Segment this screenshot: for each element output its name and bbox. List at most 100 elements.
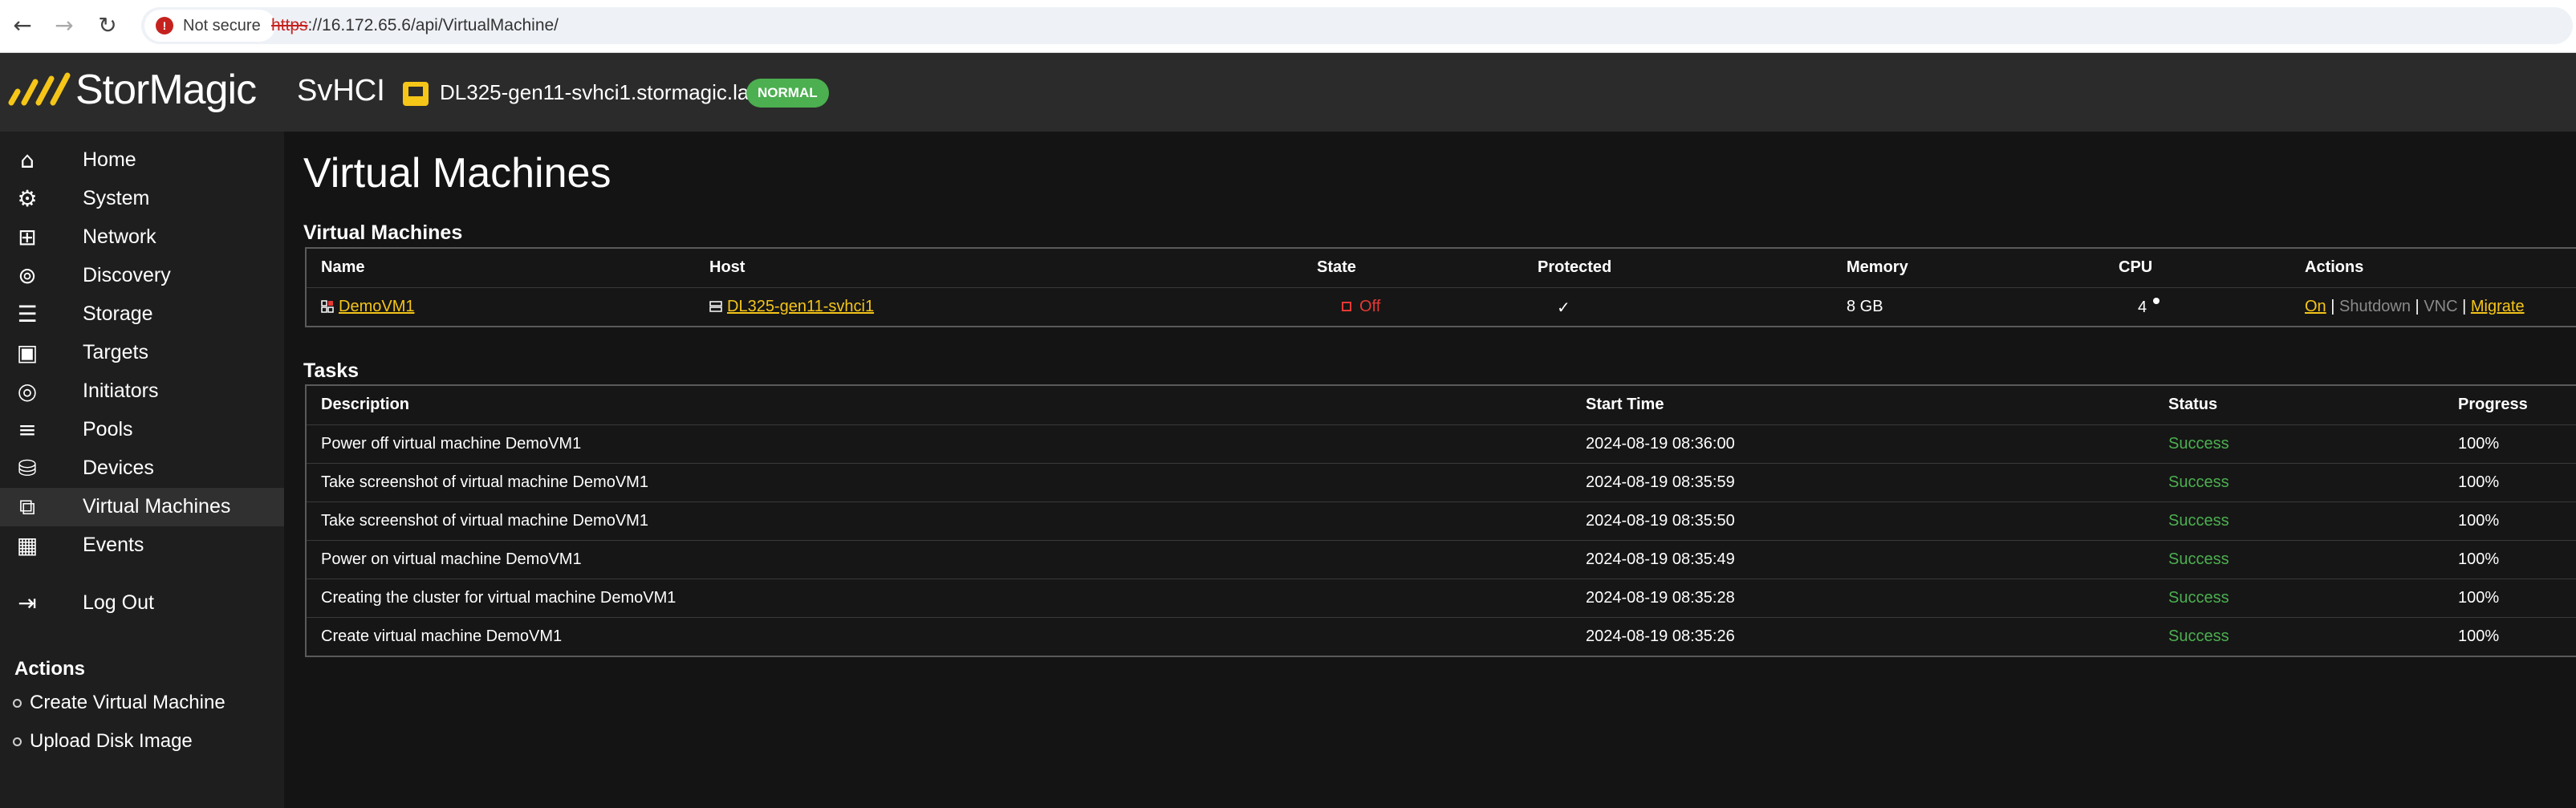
sidebar-item-system[interactable]: ⚙ System [0, 180, 284, 218]
table-row: Power off virtual machine DemoVM1 2024-0… [307, 424, 2576, 463]
bullet-icon [13, 737, 22, 747]
task-description: Create virtual machine DemoVM1 [321, 627, 563, 645]
column-header[interactable]: Memory [1847, 258, 1908, 277]
task-start-time: 2024-08-19 08:35:50 [1586, 512, 1735, 530]
actions-title: Actions [14, 658, 86, 680]
column-header[interactable]: Progress [2458, 396, 2528, 414]
table-header: Description Start Time Status Progress [307, 386, 2576, 424]
sidebar-item-label: Discovery [83, 264, 171, 286]
arrow-left-icon[interactable]: ← [8, 11, 37, 40]
column-header[interactable]: Status [2168, 396, 2217, 414]
security-chip[interactable]: ! Not secure [144, 10, 275, 42]
network-icon: ⊞ [18, 224, 37, 250]
task-description: Creating the cluster for virtual machine… [321, 589, 677, 607]
task-status: Success [2168, 589, 2229, 607]
sidebar-item-storage[interactable]: ☰ Storage [0, 295, 284, 334]
host-name: DL325-gen11-svhci1.stormagic.lab [440, 80, 761, 104]
sidebar-item-devices[interactable]: ⛁ Devices [0, 449, 284, 488]
task-progress: 100% [2458, 473, 2500, 491]
vm-cpu-cell: 4 [2138, 298, 2160, 317]
url-text[interactable]: https://16.172.65.6/api/VirtualMachine/ [271, 10, 559, 42]
events-icon: ▦ [16, 532, 39, 558]
host-icon [403, 82, 429, 106]
sidebar-item-label: Events [83, 534, 144, 556]
arrow-right-icon[interactable]: → [50, 11, 79, 40]
url-path: ://16.172.65.6/api/VirtualMachine/ [307, 16, 559, 35]
vm-host-link[interactable]: DL325-gen11-svhci1 [727, 298, 874, 315]
task-status: Success [2168, 627, 2229, 645]
column-header[interactable]: Description [321, 396, 409, 414]
sidebar-item-label: Log Out [83, 591, 154, 614]
task-progress: 100% [2458, 589, 2500, 607]
task-status: Success [2168, 473, 2229, 491]
task-progress: 100% [2458, 435, 2500, 453]
sidebar-item-network[interactable]: ⊞ Network [0, 218, 284, 257]
stop-icon [1342, 302, 1351, 311]
vm-section-title: Virtual Machines [303, 221, 463, 244]
system-icon: ⚙ [17, 185, 38, 212]
tasks-section-title: Tasks [303, 359, 360, 382]
column-header[interactable]: Start Time [1586, 396, 1664, 414]
shutdown-link: Shutdown [2339, 298, 2411, 315]
pools-icon: ≡ [18, 416, 37, 443]
task-progress: 100% [2458, 512, 2500, 530]
migrate-link[interactable]: Migrate [2471, 298, 2525, 315]
task-status: Success [2168, 550, 2229, 568]
reload-icon[interactable]: ↻ [93, 11, 122, 40]
action-label: Upload Disk Image [30, 730, 193, 752]
app-header: StorMagic SvHCI DL325-gen11-svhci1.storm… [0, 53, 2576, 132]
vm-host-cell: DL325-gen11-svhci1 [709, 298, 874, 316]
targets-icon: ▣ [16, 339, 39, 366]
column-header[interactable]: Protected [1538, 258, 1611, 277]
power-on-link[interactable]: On [2305, 298, 2326, 315]
vm-state: Off [1359, 298, 1381, 315]
vm-state-cell: Off [1342, 298, 1380, 316]
sidebar-item-virtual-machines[interactable]: ⧉ Virtual Machines [0, 488, 284, 526]
task-status: Success [2168, 512, 2229, 530]
create-vm-link[interactable]: Create Virtual Machine [13, 692, 226, 714]
vnc-link: VNC [2424, 298, 2458, 315]
table-row: Creating the cluster for virtual machine… [307, 579, 2576, 617]
vm-name-link[interactable]: DemoVM1 [339, 298, 414, 315]
column-header[interactable]: State [1317, 258, 1356, 277]
sidebar-item-logout[interactable]: ⇥ Log Out [0, 584, 284, 623]
storage-icon: ☰ [17, 301, 38, 327]
product-name: SvHCI [297, 74, 385, 108]
separator: | [2415, 298, 2420, 315]
sidebar-item-events[interactable]: ▦ Events [0, 526, 284, 565]
column-header[interactable]: Actions [2305, 258, 2363, 277]
sidebar-item-initiators[interactable]: ◎ Initiators [0, 372, 284, 411]
separator: | [2462, 298, 2467, 315]
vm-name-cell: DemoVM1 [321, 298, 414, 316]
action-label: Create Virtual Machine [30, 692, 226, 713]
column-header[interactable]: Host [709, 258, 745, 277]
vm-protected: ✓ [1557, 299, 1570, 317]
sidebar-item-label: Storage [83, 302, 153, 325]
sidebar-item-pools[interactable]: ≡ Pools [0, 411, 284, 449]
sidebar-item-label: Initiators [83, 380, 159, 402]
logo-text: StorMagic [75, 67, 257, 113]
task-description: Take screenshot of virtual machine DemoV… [321, 473, 648, 491]
sidebar-item-home[interactable]: ⌂ Home [0, 141, 284, 180]
task-start-time: 2024-08-19 08:35:28 [1586, 589, 1735, 607]
server-icon [709, 301, 722, 312]
vm-icon [321, 300, 334, 313]
sidebar: ⌂ Home ⚙ System ⊞ Network ⊚ Discovery ☰ … [0, 132, 284, 808]
bullet-icon [13, 699, 22, 709]
warning-icon: ! [156, 17, 173, 35]
logout-icon: ⇥ [18, 590, 37, 616]
main-content: Virtual Machines Virtual Machines Name H… [284, 132, 2576, 808]
upload-disk-image-link[interactable]: Upload Disk Image [13, 730, 193, 753]
info-dot-icon [2153, 298, 2160, 304]
sidebar-item-targets[interactable]: ▣ Targets [0, 334, 284, 372]
sidebar-item-label: Targets [83, 341, 148, 363]
sidebar-item-label: System [83, 187, 150, 209]
column-header[interactable]: Name [321, 258, 364, 277]
sidebar-item-discovery[interactable]: ⊚ Discovery [0, 257, 284, 295]
sidebar-item-label: Pools [83, 418, 133, 441]
url-scheme: https [271, 16, 308, 35]
column-header[interactable]: CPU [2119, 258, 2152, 277]
discovery-icon: ⊚ [18, 262, 37, 289]
separator: | [2330, 298, 2335, 315]
task-status: Success [2168, 435, 2229, 453]
